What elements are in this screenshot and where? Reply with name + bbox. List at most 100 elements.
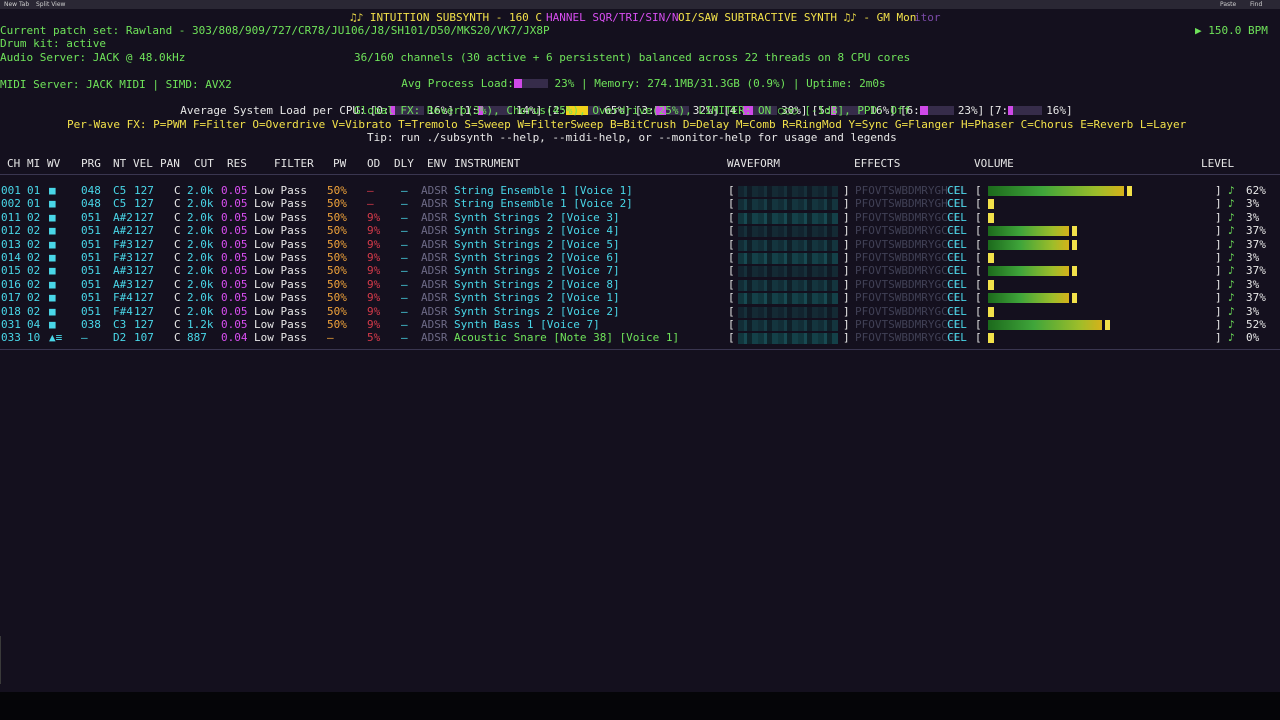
waveform-display	[738, 212, 838, 224]
paste-button[interactable]: Paste	[1220, 1, 1236, 8]
cell-pan: C	[174, 197, 181, 211]
col-res: RES	[227, 157, 247, 170]
cell-mi: 02	[27, 291, 41, 305]
active-effects-flags: CEL	[947, 224, 967, 238]
cell-mi: 01	[27, 197, 41, 211]
cell-dly: —	[401, 318, 408, 331]
browser-tab-bar: New Tab Split View Paste Find	[0, 0, 1280, 9]
cell-od: 9%	[367, 277, 381, 291]
cell-level: 3%	[1246, 277, 1260, 291]
volume-bracket-close: ]	[1215, 197, 1222, 211]
active-effects-flags: CEL	[947, 197, 967, 211]
note-icon: ♪	[1228, 210, 1235, 224]
cell-nt: F#3	[113, 237, 133, 251]
cell-res: 0.05	[221, 318, 248, 331]
cell-ch: 014	[1, 251, 21, 264]
volume-peak	[1105, 320, 1110, 330]
volume-bracket-close: ]	[1215, 210, 1222, 224]
cell-pw: 50%	[327, 197, 347, 211]
cell-nt: C3	[113, 318, 127, 331]
cell-cut: 2.0k	[187, 210, 214, 224]
tab-new[interactable]: New Tab	[4, 1, 29, 8]
col-level: LEVEL	[1201, 157, 1235, 170]
cpu-load-value: 16%]	[1046, 104, 1073, 118]
cell-cut: 1.2k	[187, 318, 214, 331]
find-button[interactable]: Find	[1250, 1, 1262, 8]
tip-line: Tip: run ./subsynth --help, --midi-help,…	[367, 131, 897, 144]
col-mi: MI	[27, 157, 41, 170]
active-effects-flags: CEL	[947, 184, 967, 197]
cell-cut: 2.0k	[187, 264, 214, 278]
volume-bracket-close: ]	[1215, 237, 1222, 251]
active-effects-flags: CEL	[947, 251, 967, 264]
volume-bracket-open: [	[975, 318, 982, 331]
cell-ch: 001	[1, 184, 21, 197]
cell-wv: ■	[49, 304, 56, 318]
cell-wv: ■	[49, 277, 56, 291]
cell-wv: ■	[49, 237, 56, 251]
cell-pan: C	[174, 184, 181, 197]
cell-pw: 50%	[327, 210, 347, 224]
cell-prg: 048	[81, 197, 101, 211]
cell-pan: C	[174, 304, 181, 318]
cell-od: —	[367, 197, 374, 211]
cell-wv: ■	[49, 264, 56, 278]
cell-od: —	[367, 184, 374, 197]
cpu-load-bar	[919, 106, 954, 116]
cell-prg: —	[81, 331, 88, 345]
process-load-line: Avg Process Load: 23% | Memory: 274.1MB/…	[388, 64, 885, 91]
waveform-bracket-close: ]	[843, 210, 850, 224]
waveform-display	[738, 320, 838, 331]
col-pan: PAN	[160, 157, 180, 170]
cell-effects: PFOVTSWBDMRYGCEL	[855, 318, 961, 331]
cell-env: ADSR	[421, 264, 448, 278]
tab-split-view[interactable]: Split View	[36, 1, 65, 8]
cell-instrument: Synth Bass 1 [Voice 7]	[454, 318, 600, 331]
cell-ch: 031	[1, 318, 21, 331]
cell-dly: —	[401, 264, 408, 278]
col-od: OD	[367, 157, 381, 170]
active-effects-flags: CEL	[947, 331, 967, 345]
waveform-bracket-close: ]	[843, 197, 850, 211]
cell-filter: Low Pass	[254, 197, 307, 211]
cell-ch: 013	[1, 237, 21, 251]
active-effects-flags: CEL	[947, 264, 967, 278]
cell-cut: 2.0k	[187, 304, 214, 318]
table-bottom-separator	[0, 349, 1280, 350]
cell-effects: PFOVTSWBDMRYGCEL	[855, 277, 961, 291]
cell-wv: ■	[49, 291, 56, 305]
cell-nt: A#2	[113, 210, 133, 224]
cell-prg: 051	[81, 304, 101, 318]
cell-instrument: Acoustic Snare [Note 38] [Voice 1]	[454, 331, 680, 345]
cell-pw: 50%	[327, 277, 347, 291]
waveform-bracket-open: [	[728, 277, 735, 291]
cell-prg: 051	[81, 291, 101, 305]
cell-vel: 127	[134, 291, 154, 305]
active-effects-flags: CEL	[947, 237, 967, 251]
cell-filter: Low Pass	[254, 331, 307, 345]
cell-env: ADSR	[421, 197, 448, 211]
cell-prg: 038	[81, 318, 101, 331]
cell-pw: 50%	[327, 318, 347, 331]
cell-vel: 127	[134, 184, 154, 197]
cell-nt: D2	[113, 331, 127, 345]
cell-instrument: Synth Strings 2 [Voice 2]	[454, 304, 620, 318]
volume-meter	[988, 253, 994, 263]
cell-od: 9%	[367, 210, 381, 224]
drum-kit-line: Drum kit: active	[0, 37, 106, 50]
cell-ch: 033	[1, 331, 21, 345]
cell-nt: F#3	[113, 251, 133, 264]
waveform-bracket-close: ]	[843, 251, 850, 264]
waveform-display	[738, 293, 838, 305]
cell-vel: 127	[134, 264, 154, 278]
volume-meter	[988, 293, 1069, 304]
volume-meter	[988, 212, 994, 223]
col-cut: CUT	[194, 157, 214, 170]
cell-cut: 2.0k	[187, 197, 214, 211]
cell-wv: ■	[49, 210, 56, 224]
volume-meter	[988, 186, 1124, 196]
cell-level: 37%	[1246, 291, 1266, 305]
cell-level: 3%	[1246, 251, 1260, 264]
cell-pw: 50%	[327, 224, 347, 238]
cell-env: ADSR	[421, 210, 448, 224]
